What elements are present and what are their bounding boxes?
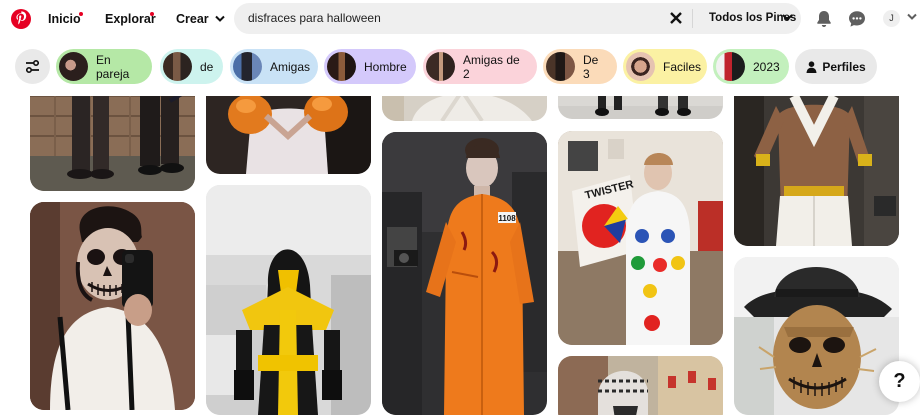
prisoner-number: 1108 bbox=[498, 214, 516, 223]
pin-street-legs[interactable] bbox=[558, 96, 723, 119]
search-bar[interactable]: disfraces para halloween Todos los Pines bbox=[234, 3, 801, 34]
pinterest-logo-icon[interactable] bbox=[11, 9, 31, 29]
chip-thumbnail bbox=[327, 52, 356, 81]
bell-icon[interactable] bbox=[814, 9, 834, 29]
nav-explorar[interactable]: Explorar bbox=[105, 0, 156, 38]
chip-amigas-de-2[interactable]: Amigas de 2 bbox=[423, 49, 537, 84]
nav-crear-label: Crear bbox=[176, 12, 209, 26]
chip-label: de bbox=[200, 59, 214, 74]
chip-de[interactable]: de bbox=[160, 49, 223, 84]
chip-thumbnail bbox=[626, 52, 655, 81]
pin-boxer[interactable] bbox=[206, 96, 371, 174]
chip-thumbnail bbox=[546, 52, 575, 81]
chip-label: Hombre bbox=[364, 59, 407, 74]
chip-thumbnail bbox=[59, 52, 88, 81]
chip-hombre[interactable]: Hombre bbox=[324, 49, 416, 84]
nav-explorar-label: Explorar bbox=[105, 12, 156, 26]
pin-scorpion-costume[interactable] bbox=[206, 185, 371, 415]
account-avatar[interactable]: J bbox=[883, 10, 900, 27]
profiles-button[interactable]: Perfiles bbox=[795, 49, 877, 84]
sliders-icon bbox=[26, 60, 39, 73]
chevron-down-icon[interactable] bbox=[907, 13, 917, 21]
pin-grid: 1108 TWISTER bbox=[0, 96, 920, 415]
chip-label: En pareja bbox=[96, 52, 130, 81]
pin-orange-prisoner[interactable]: 1108 bbox=[382, 132, 547, 415]
pin-twister-costume[interactable]: TWISTER bbox=[558, 131, 723, 345]
pin-skull-makeup-selfie[interactable] bbox=[30, 202, 195, 410]
chip-thumbnail bbox=[163, 52, 192, 81]
filter-button[interactable] bbox=[15, 49, 50, 84]
pin-aladdin[interactable] bbox=[734, 96, 899, 246]
clear-search-icon[interactable] bbox=[668, 10, 684, 26]
chip-thumbnail bbox=[233, 52, 262, 81]
nav-inicio-label: Inicio bbox=[48, 12, 81, 26]
pin-white-costume[interactable] bbox=[382, 96, 547, 121]
chip-label: Amigas de 2 bbox=[463, 52, 520, 81]
notification-dot bbox=[79, 12, 83, 16]
nav-crear[interactable]: Crear bbox=[176, 0, 225, 38]
chevron-down-icon[interactable] bbox=[782, 13, 793, 22]
chip-de-3[interactable]: De 3 bbox=[543, 49, 617, 84]
messages-icon[interactable] bbox=[847, 9, 867, 29]
help-button[interactable]: ? bbox=[879, 361, 920, 402]
pin-scarecrow-makeup[interactable] bbox=[734, 257, 899, 415]
pin-couple-street[interactable] bbox=[30, 96, 195, 191]
top-bar: Inicio Explorar Crear disfraces para hal… bbox=[0, 0, 920, 38]
chip-en-pareja[interactable]: En pareja bbox=[56, 49, 152, 84]
person-icon bbox=[806, 60, 817, 73]
chip-faciles[interactable]: Faciles bbox=[623, 49, 707, 84]
search-divider bbox=[692, 9, 693, 28]
profiles-label: Perfiles bbox=[822, 59, 866, 74]
chip-label: Faciles bbox=[663, 59, 702, 74]
chip-2023[interactable]: 2023 bbox=[713, 49, 789, 84]
chip-label: 2023 bbox=[753, 59, 780, 74]
search-input[interactable]: disfraces para halloween bbox=[248, 11, 381, 25]
chip-thumbnail bbox=[716, 52, 745, 81]
filter-bar: En pareja de Amigas Hombre Amigas de 2 D… bbox=[0, 47, 920, 87]
chevron-down-icon bbox=[214, 15, 225, 22]
nav-inicio[interactable]: Inicio bbox=[48, 0, 83, 38]
chip-label: Amigas bbox=[270, 59, 311, 74]
notification-dot bbox=[150, 12, 154, 16]
pin-street-crowd[interactable] bbox=[558, 356, 723, 415]
chip-thumbnail bbox=[426, 52, 455, 81]
chip-label: De 3 bbox=[583, 52, 599, 81]
chip-amigas[interactable]: Amigas bbox=[230, 49, 318, 84]
